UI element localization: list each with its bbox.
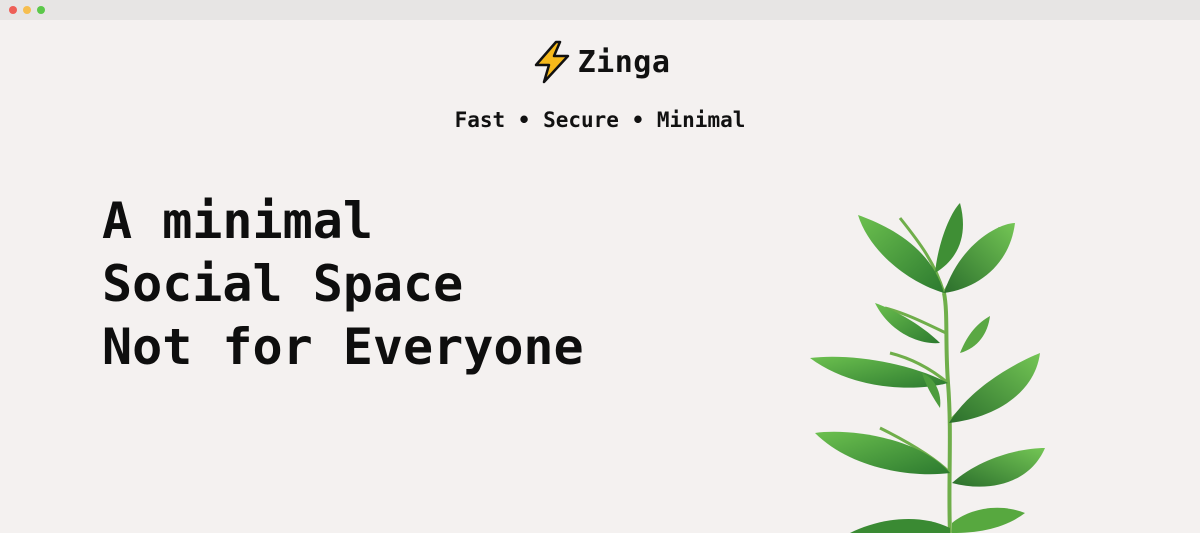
hero-line-2: Social Space: [102, 255, 464, 313]
close-window-button[interactable]: [9, 6, 17, 14]
minimize-window-button[interactable]: [23, 6, 31, 14]
maximize-window-button[interactable]: [37, 6, 45, 14]
brand-name: Zinga: [577, 44, 671, 80]
hero-line-1: A minimal: [102, 192, 373, 250]
browser-window: Zinga Fast • Secure • Minimal A minimal …: [0, 0, 1200, 533]
tagline: Fast • Secure • Minimal: [454, 108, 746, 132]
brand-logo[interactable]: Zinga: [0, 40, 1200, 84]
hero-line-3: Not for Everyone: [102, 318, 584, 376]
hero-heading: A minimal Social Space Not for Everyone: [102, 190, 584, 379]
lightning-bolt-icon: [534, 40, 569, 84]
window-titlebar: [0, 0, 1200, 20]
plant-illustration: [810, 203, 1045, 533]
